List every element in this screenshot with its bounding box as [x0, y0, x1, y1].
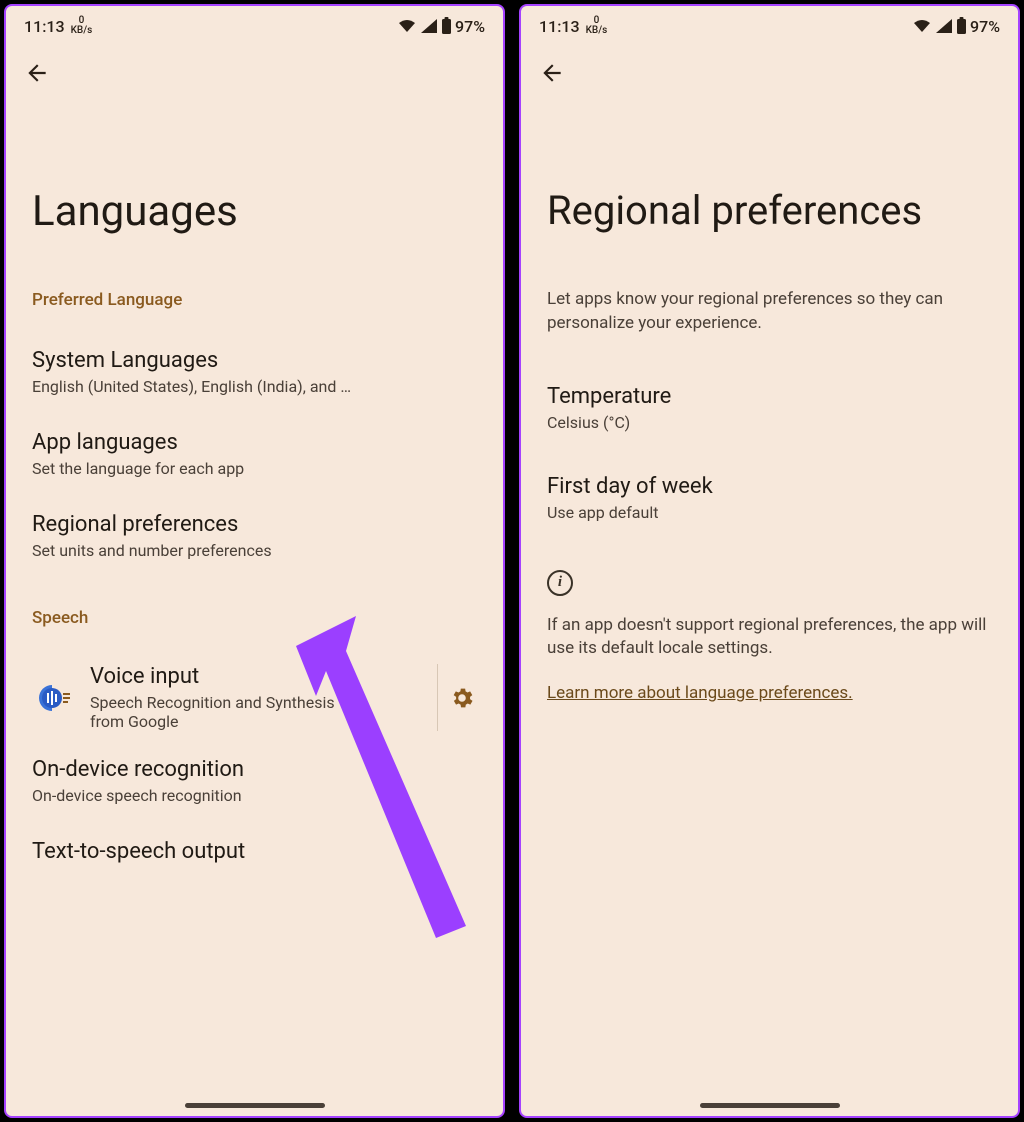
setting-regional-preferences[interactable]: Regional preferences Set units and numbe…: [6, 498, 503, 580]
setting-title: Regional preferences: [32, 512, 477, 537]
wifi-icon: [397, 18, 417, 34]
signal-icon: [935, 18, 953, 34]
status-bar: 11:13 0 KB/s 97%: [6, 6, 503, 40]
signal-icon: [420, 18, 438, 34]
battery-icon: [441, 17, 452, 35]
status-bar: 11:13 0 KB/s 97%: [521, 6, 1018, 40]
setting-title: App languages: [32, 430, 477, 455]
info-icon-row: i: [521, 542, 1018, 614]
voice-input-settings-button[interactable]: [437, 664, 485, 731]
status-net-speed: 0 KB/s: [71, 16, 93, 36]
back-button[interactable]: [24, 60, 50, 91]
setting-title: Text-to-speech output: [32, 839, 477, 864]
gear-icon: [449, 685, 475, 711]
learn-more-link[interactable]: Learn more about language preferences.: [521, 683, 1018, 703]
phone-right: 11:13 0 KB/s 97% Regional preferences Le…: [519, 4, 1020, 1118]
status-time: 11:13: [24, 17, 65, 36]
phone-left: 11:13 0 KB/s 97% Languages Preferred Lan…: [4, 4, 505, 1118]
info-note: If an app doesn't support regional prefe…: [521, 614, 1018, 684]
page-description: Let apps know your regional preferences …: [521, 288, 1018, 358]
setting-app-languages[interactable]: App languages Set the language for each …: [6, 416, 503, 498]
setting-subtitle: Set the language for each app: [32, 459, 477, 478]
battery-icon: [956, 17, 967, 35]
setting-voice-input[interactable]: Voice input Speech Recognition and Synth…: [6, 652, 503, 743]
back-button[interactable]: [539, 60, 565, 91]
setting-title: System Languages: [32, 348, 477, 373]
setting-subtitle: Speech Recognition and Synthesis from Go…: [90, 693, 370, 731]
setting-title: Voice input: [90, 664, 437, 689]
setting-subtitle: Use app default: [547, 503, 992, 522]
setting-first-day-of-week[interactable]: First day of week Use app default: [521, 452, 1018, 542]
setting-system-languages[interactable]: System Languages English (United States)…: [6, 334, 503, 416]
wifi-icon: [912, 18, 932, 34]
section-preferred-language: Preferred Language: [6, 290, 503, 334]
info-icon: i: [547, 570, 573, 596]
setting-subtitle: On-device speech recognition: [32, 786, 477, 805]
page-title: Regional preferences: [521, 91, 1018, 288]
voice-input-icon: [32, 678, 72, 718]
setting-title: On-device recognition: [32, 757, 477, 782]
setting-subtitle: Set units and number preferences: [32, 541, 477, 560]
status-battery: 97%: [970, 17, 1000, 36]
status-net-speed: 0 KB/s: [586, 16, 608, 36]
section-speech: Speech: [6, 580, 503, 652]
setting-subtitle: English (United States), English (India)…: [32, 377, 477, 396]
status-battery: 97%: [455, 17, 485, 36]
setting-temperature[interactable]: Temperature Celsius (°C): [521, 358, 1018, 452]
page-title: Languages: [6, 91, 503, 290]
setting-on-device-recognition[interactable]: On-device recognition On-device speech r…: [6, 743, 503, 825]
setting-subtitle: Celsius (°C): [547, 413, 992, 432]
home-handle[interactable]: [185, 1103, 325, 1108]
setting-title: Temperature: [547, 384, 992, 409]
setting-text-to-speech[interactable]: Text-to-speech output: [6, 825, 503, 888]
home-handle[interactable]: [700, 1103, 840, 1108]
status-time: 11:13: [539, 17, 580, 36]
setting-title: First day of week: [547, 474, 992, 499]
